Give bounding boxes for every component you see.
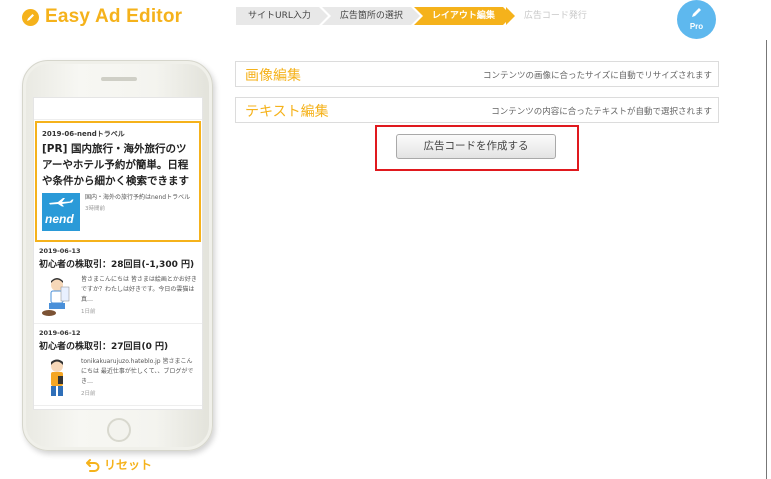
airplane-icon	[49, 198, 74, 207]
article-title: 初心者の株取引：27回目(0 円)	[39, 342, 169, 352]
step-breadcrumb: サイトURL入力 広告箇所の選択 レイアウト編集 広告コード発行	[236, 7, 598, 25]
nend-logo-text: nend	[45, 212, 74, 226]
step-layout-edit[interactable]: レイアウト編集	[413, 7, 512, 25]
reset-button[interactable]: リセット	[86, 456, 152, 473]
ad-source: 2019-06-nendトラベル	[42, 130, 125, 138]
phone-preview: 2019-06-nendトラベル [PR] 国内旅行・海外旅行のツアーやホテル予…	[22, 60, 213, 451]
step-site-url[interactable]: サイトURL入力	[236, 7, 328, 25]
nend-logo: nend	[42, 193, 80, 231]
panel-description: コンテンツの画像に合ったサイズに自動でリサイズされます	[483, 71, 712, 81]
text-edit-panel[interactable]: テキスト編集 コンテンツの内容に合ったテキストが自動で選択されます	[235, 97, 719, 123]
phone-screen: 2019-06-nendトラベル [PR] 国内旅行・海外旅行のツアーやホテル予…	[33, 97, 203, 410]
ad-unit[interactable]: 2019-06-nendトラベル [PR] 国内旅行・海外旅行のツアーやホテル予…	[35, 121, 201, 242]
app-logo: Easy Ad Editor	[22, 6, 182, 28]
ad-description: 国内・海外の旅行予約はnendトラベル	[85, 194, 191, 201]
image-edit-panel[interactable]: 画像編集 コンテンツの画像に合ったサイズに自動でリサイズされます	[235, 61, 719, 87]
phone-home-button	[107, 418, 131, 442]
article-description: 皆さまこんにちは 皆さまは絵画とかお好きですか？わたしは好きです。今日の雲猫は真…	[81, 276, 197, 303]
ad-time: 3時間前	[85, 206, 105, 212]
panel-description: コンテンツの内容に合ったテキストが自動で選択されます	[491, 107, 712, 117]
article-title: 初心者の株取引：28回目(-1,300 円)	[39, 260, 195, 270]
screen-header	[34, 98, 202, 120]
article-item[interactable]: 2019-06-13 初心者の株取引：28回目(-1,300 円) 皆さまこんに…	[34, 242, 202, 324]
article-thumbnail	[39, 357, 75, 401]
panel-title: テキスト編集	[245, 104, 329, 120]
ad-footer: nend 国内・海外の旅行予約はnendトラベル 3時間前	[42, 193, 195, 231]
article-time: 2日前	[81, 391, 96, 397]
step-ad-code: 広告コード発行	[505, 7, 595, 25]
article-time: 1日前	[81, 309, 96, 315]
reset-label: リセット	[104, 458, 153, 472]
logo-pencil-icon	[22, 8, 39, 26]
article-description: tonikakuarujuzo.hateblo.jp 皆さまこんにちは 最近仕事…	[81, 358, 194, 385]
pro-button[interactable]: Pro	[677, 0, 716, 39]
article-date: 2019-06-13	[39, 247, 81, 255]
pro-label: Pro	[689, 22, 704, 31]
generate-code-button[interactable]: 広告コードを作成する	[396, 134, 556, 159]
divider	[766, 40, 767, 479]
ad-title: [PR] 国内旅行・海外旅行のツアーやホテル予約が簡単。日程や条件から細かく検索…	[42, 143, 189, 187]
panel-title: 画像編集	[245, 68, 301, 84]
phone-speaker	[101, 77, 137, 81]
article-thumbnail	[39, 275, 75, 319]
pencil-icon	[692, 8, 701, 17]
article-date: 2019-06-12	[39, 329, 81, 337]
step-ad-placement[interactable]: 広告箇所の選択	[321, 7, 420, 25]
app-title: Easy Ad Editor	[45, 6, 183, 27]
article-item[interactable]: 2019-06-12 初心者の株取引：27回目(0 円) tonikakuaru…	[34, 324, 202, 406]
undo-icon	[86, 458, 100, 472]
